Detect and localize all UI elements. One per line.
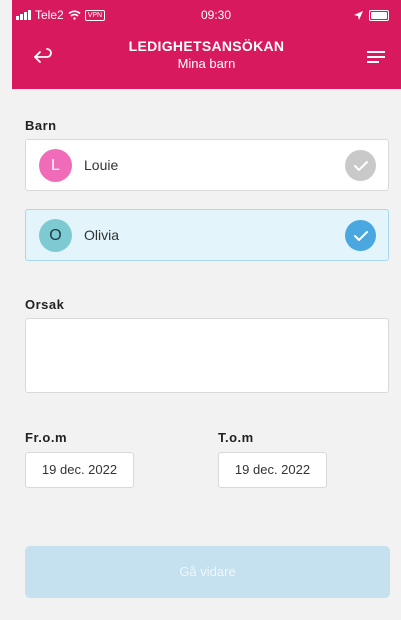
- status-right: [354, 10, 389, 21]
- status-bar: Tele2 VPN 09:30: [12, 8, 401, 26]
- location-icon: [354, 11, 363, 20]
- reason-textarea[interactable]: [25, 318, 389, 393]
- avatar: O: [39, 219, 72, 252]
- from-date-label: Fr.o.m: [25, 430, 68, 445]
- carrier-name: Tele2: [35, 8, 64, 22]
- app-header: Tele2 VPN 09:30 LEDIGHETSANSÖKAN Mina ba…: [12, 0, 401, 89]
- reason-label: Orsak: [25, 297, 65, 312]
- child-card-louie[interactable]: L Louie: [25, 139, 389, 191]
- next-button[interactable]: Gå vidare: [25, 546, 390, 598]
- back-arrow-icon[interactable]: [32, 48, 54, 66]
- status-time: 09:30: [200, 8, 232, 22]
- page-title: LEDIGHETSANSÖKAN: [128, 38, 285, 54]
- header-titles: LEDIGHETSANSÖKAN Mina barn: [72, 38, 341, 71]
- checkmark-icon[interactable]: [345, 150, 376, 181]
- from-date-input[interactable]: 19 dec. 2022: [25, 452, 134, 488]
- battery-icon: [369, 10, 389, 21]
- signal-icon: [16, 10, 31, 20]
- avatar: L: [39, 149, 72, 182]
- child-name: Louie: [84, 157, 119, 173]
- children-label: Barn: [25, 118, 57, 133]
- wifi-icon: [68, 10, 81, 20]
- child-card-olivia[interactable]: O Olivia: [25, 209, 389, 261]
- child-name: Olivia: [84, 227, 120, 243]
- hamburger-menu-icon[interactable]: [365, 48, 387, 66]
- carrier-info: Tele2 VPN: [16, 8, 106, 22]
- to-date-label: T.o.m: [218, 430, 254, 445]
- checkmark-icon[interactable]: [345, 220, 376, 251]
- vpn-badge: VPN: [84, 9, 106, 21]
- page-subtitle: Mina barn: [177, 56, 236, 71]
- to-date-input[interactable]: 19 dec. 2022: [218, 452, 327, 488]
